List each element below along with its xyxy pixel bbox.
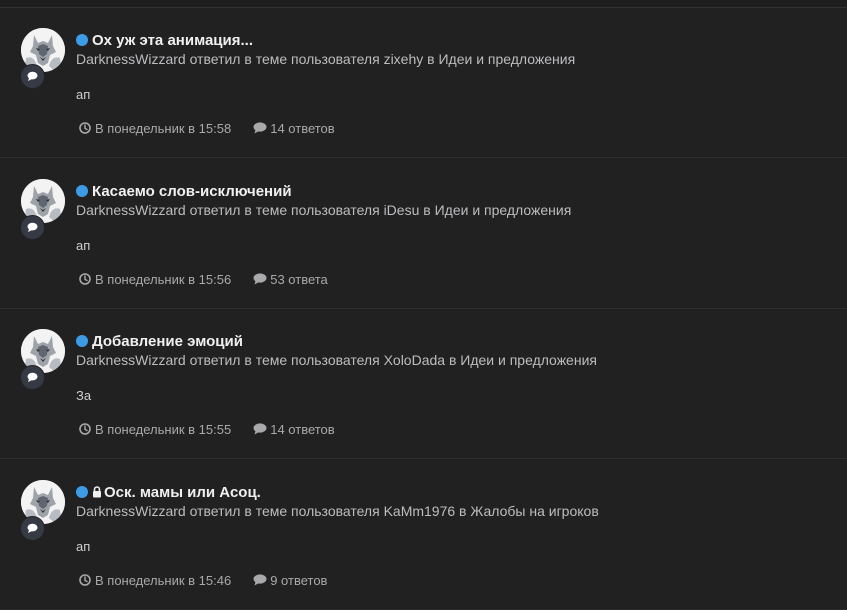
item-snippet: За — [76, 388, 92, 403]
item-replies: 14 ответов — [270, 120, 335, 136]
clock-icon — [79, 423, 91, 435]
unread-indicator — [76, 185, 88, 197]
item-time: В понедельник в 15:55 — [95, 421, 232, 437]
item-meta: В понедельник в 15:55 14 ответов — [79, 421, 335, 437]
item-subtitle: DarknessWizzard ответил в теме пользоват… — [76, 51, 576, 67]
item-title-line: Ох уж эта анимация... — [76, 30, 253, 50]
item-title-link[interactable]: Ох уж эта анимация... — [92, 32, 253, 49]
item-title-line: Добавление эмоций — [76, 331, 243, 351]
item-meta: В понедельник в 15:46 9 ответов — [79, 572, 327, 588]
comment-icon — [20, 516, 45, 541]
comment-icon — [20, 215, 45, 240]
item-time: В понедельник в 15:56 — [95, 271, 232, 287]
item-time: В понедельник в 15:46 — [95, 572, 232, 588]
item-subtitle: DarknessWizzard ответил в теме пользоват… — [76, 202, 572, 218]
activity-item: Касаемо слов-исключений DarknessWizzard … — [0, 159, 847, 309]
comment-icon — [253, 423, 267, 435]
clock-icon — [79, 273, 91, 285]
item-title-link[interactable]: Касаемо слов-исключений — [92, 183, 292, 200]
item-meta: В понедельник в 15:56 53 ответа — [79, 271, 328, 287]
lock-icon — [93, 486, 101, 498]
item-subtitle: DarknessWizzard ответил в теме пользоват… — [76, 352, 597, 368]
activity-feed: Ох уж эта анимация... DarknessWizzard от… — [0, 7, 847, 610]
item-snippet: ап — [76, 87, 91, 102]
activity-item: Оск. мамы или Асоц. DarknessWizzard отве… — [0, 460, 847, 610]
activity-item: Добавление эмоций DarknessWizzard ответи… — [0, 309, 847, 459]
item-title-line: Оск. мамы или Асоц. — [76, 482, 261, 502]
item-time: В понедельник в 15:58 — [95, 120, 232, 136]
item-meta: В понедельник в 15:58 14 ответов — [79, 120, 335, 136]
item-snippet: ап — [76, 539, 91, 554]
comment-icon — [20, 64, 45, 89]
item-replies: 9 ответов — [270, 572, 328, 588]
clock-icon — [79, 574, 91, 586]
unread-indicator — [76, 34, 88, 46]
item-title-line: Касаемо слов-исключений — [76, 181, 292, 201]
unread-indicator — [76, 486, 88, 498]
comment-icon — [253, 122, 267, 134]
item-title-link[interactable]: Оск. мамы или Асоц. — [104, 484, 261, 501]
unread-indicator — [76, 335, 88, 347]
item-snippet: ап — [76, 238, 91, 253]
activity-item: Ох уж эта анимация... DarknessWizzard от… — [0, 8, 847, 158]
item-replies: 14 ответов — [270, 421, 335, 437]
comment-icon — [20, 365, 45, 390]
comment-icon — [253, 273, 267, 285]
item-subtitle: DarknessWizzard ответил в теме пользоват… — [76, 503, 599, 519]
comment-icon — [253, 574, 267, 586]
clock-icon — [79, 122, 91, 134]
item-title-link[interactable]: Добавление эмоций — [92, 333, 243, 350]
item-replies: 53 ответа — [270, 271, 328, 287]
